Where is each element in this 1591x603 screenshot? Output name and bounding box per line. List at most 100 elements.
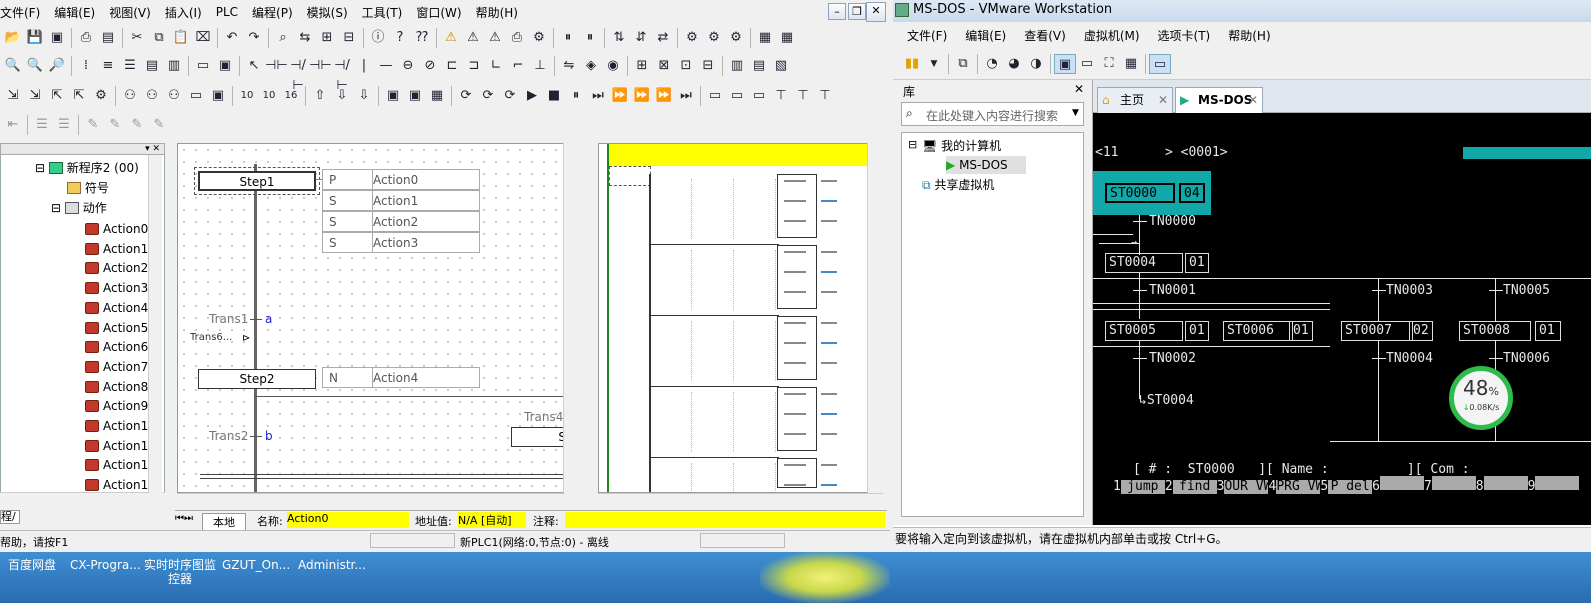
ladder-hscroll[interactable] [598,493,883,510]
tree-actions-folder[interactable]: ⊟ 动作 [51,199,107,218]
save-icon[interactable]: 💾 [24,28,46,48]
menu-simulate[interactable]: 模拟(S) [307,4,348,21]
action-row[interactable]: S Action1 [322,190,480,211]
ladder-view[interactable] [598,143,883,493]
vm-menu-vm[interactable]: 虚拟机(M) [1084,27,1140,44]
step-out-icon[interactable]: ⏩ [631,86,653,106]
warning3-icon[interactable]: ⚠ [484,28,506,48]
vm-menu-edit[interactable]: 编辑(E) [965,27,1006,44]
menu-edit[interactable]: 编辑(E) [54,4,95,21]
tab-home[interactable]: ⌂ 主页 ✕ [1097,87,1173,113]
tool-c-icon[interactable]: ✎ [126,115,148,135]
step1-box[interactable]: Step1 [194,167,320,195]
menu-tools[interactable]: 工具(T) [362,4,403,21]
tree-action-item[interactable]: Action1 [85,417,148,436]
contact-no-icon[interactable]: ⊣⊢ [265,56,288,76]
tab-local[interactable]: 本地 [202,513,246,531]
revert-icon[interactable]: ◕ [1003,54,1025,74]
sfc-icon[interactable]: ▭ [192,56,214,76]
view-bar-icon[interactable]: ▭ [1076,54,1098,74]
hline-icon[interactable]: — [375,56,397,76]
net-icon[interactable]: ⚇ [119,86,141,106]
tree-action-item[interactable]: Action1 [85,456,148,475]
vline-icon[interactable]: | [353,56,375,76]
snapshot-icon[interactable]: ◔ [981,54,1003,74]
context-help-icon[interactable]: ⁇ [411,28,433,48]
view-normal-icon[interactable]: ▣ [1054,53,1076,74]
taskbar-item[interactable]: 实时时序图监 控器 [144,558,216,586]
tree-action-item[interactable]: Action1 [85,240,148,259]
help-icon[interactable]: ? [389,28,411,48]
mon-c-icon[interactable]: ▦ [426,86,448,106]
io2-icon[interactable]: ⚙ [703,28,725,48]
monitor-icon[interactable]: ▤ [141,56,163,76]
undo-icon[interactable]: ↶ [221,28,243,48]
minimize-button[interactable]: – [828,3,846,20]
tool-a-icon[interactable]: ✎ [82,115,104,135]
ladder-vscroll[interactable] [867,143,884,493]
fkey-label[interactable]: OUR VW [1224,480,1271,494]
indent-icon[interactable]: ⇤ [2,115,24,135]
restore-button[interactable]: ❐ [848,3,866,20]
tree-action-item[interactable]: Action1 [85,437,148,456]
io-icon[interactable]: ⚙ [681,28,703,48]
tree-action-item[interactable]: Action3 [85,279,148,298]
sim-icon[interactable]: ⇲ [2,86,24,106]
mon-a-icon[interactable]: ▣ [382,86,404,106]
fkey-label[interactable]: find [1172,480,1217,494]
sfc-editor[interactable]: Step1 P Action0 S Action1 S Action2 S Action3 T… [177,143,565,493]
sim4-icon[interactable]: ⇱ [68,86,90,106]
fullscreen-icon[interactable]: ⛶ [1098,54,1120,74]
info-icon[interactable]: ⓘ [367,28,389,48]
ladder-instruction-block[interactable] [777,387,817,451]
transfer2-icon[interactable]: ⇵ [630,28,652,48]
vm-menu-help[interactable]: 帮助(H) [1228,27,1270,44]
network2-icon[interactable]: ⊟ [338,28,360,48]
plc-icon[interactable]: ◈ [580,56,602,76]
download2-icon[interactable]: ⇩ [353,86,375,106]
monitor2-icon[interactable]: ▥ [163,56,185,76]
library-close-icon[interactable]: ✕ [1074,82,1084,96]
sfc-vscroll[interactable] [563,143,580,493]
plc2-icon[interactable]: ◉ [602,56,624,76]
instr-icon[interactable]: ⊏ [441,56,463,76]
menu-plc[interactable]: PLC [216,5,238,19]
ld-c-icon[interactable]: ▭ [748,86,770,106]
paste-icon[interactable]: 📋 [170,28,192,48]
dos-console[interactable]: <11 > <0001> ST0000 04 TN0000 → ST0004 0… [1093,113,1591,525]
connect-icon[interactable]: ⇋ [558,56,580,76]
step-b-icon[interactable]: ⟳ [477,86,499,106]
io3-icon[interactable]: ⚙ [725,28,747,48]
expand-icon[interactable]: ⊟ [908,138,917,151]
coil-nc-icon[interactable]: ⊘ [419,56,441,76]
line2-icon[interactable]: ⌐ [507,56,529,76]
t10b-icon[interactable]: 10 [258,86,280,106]
ff-icon[interactable]: ⏩ [653,86,675,106]
menu-program[interactable]: 编程(P) [252,4,293,21]
delete-icon[interactable]: ⌧ [192,28,214,48]
ld-f-icon[interactable]: ⊤ [814,86,836,106]
line-icon[interactable]: ∟ [485,56,507,76]
cell-icon[interactable]: ▣ [214,56,236,76]
tree-action-item[interactable]: Action2 [85,259,148,278]
pause-icon[interactable]: ⏸ [557,28,579,48]
sfc-a-icon[interactable]: ⊞ [631,56,653,76]
t10-icon[interactable]: 10 [236,86,258,106]
outer-close-button[interactable]: ✕ [866,2,886,22]
shared-vms[interactable]: ⧉ 共享虚拟机 [922,176,994,193]
zoom-out-icon[interactable]: 🔎 [46,56,68,76]
tree-action-item[interactable]: Action9 [85,397,148,416]
bar-icon[interactable]: ⊥ [529,56,551,76]
sfc-hscroll[interactable] [177,493,565,510]
vm-menu-view[interactable]: 查看(V) [1024,27,1066,44]
tree-header-bar[interactable]: ▾ ✕ [0,143,165,155]
library-search[interactable]: ⌕ 在此处键入内容进行搜索 ▼ [901,102,1084,126]
action-row[interactable]: N Action4 [322,367,480,388]
bars2-icon[interactable]: ▤ [748,56,770,76]
nav-arrows-icon[interactable]: ⏮⏭ [175,513,193,524]
table2-icon[interactable]: ▦ [776,28,798,48]
preview-icon[interactable]: ▤ [97,28,119,48]
sim3-icon[interactable]: ⇱ [46,86,68,106]
menu-view[interactable]: 视图(V) [109,4,151,21]
ladder-instruction-block[interactable] [777,174,817,238]
